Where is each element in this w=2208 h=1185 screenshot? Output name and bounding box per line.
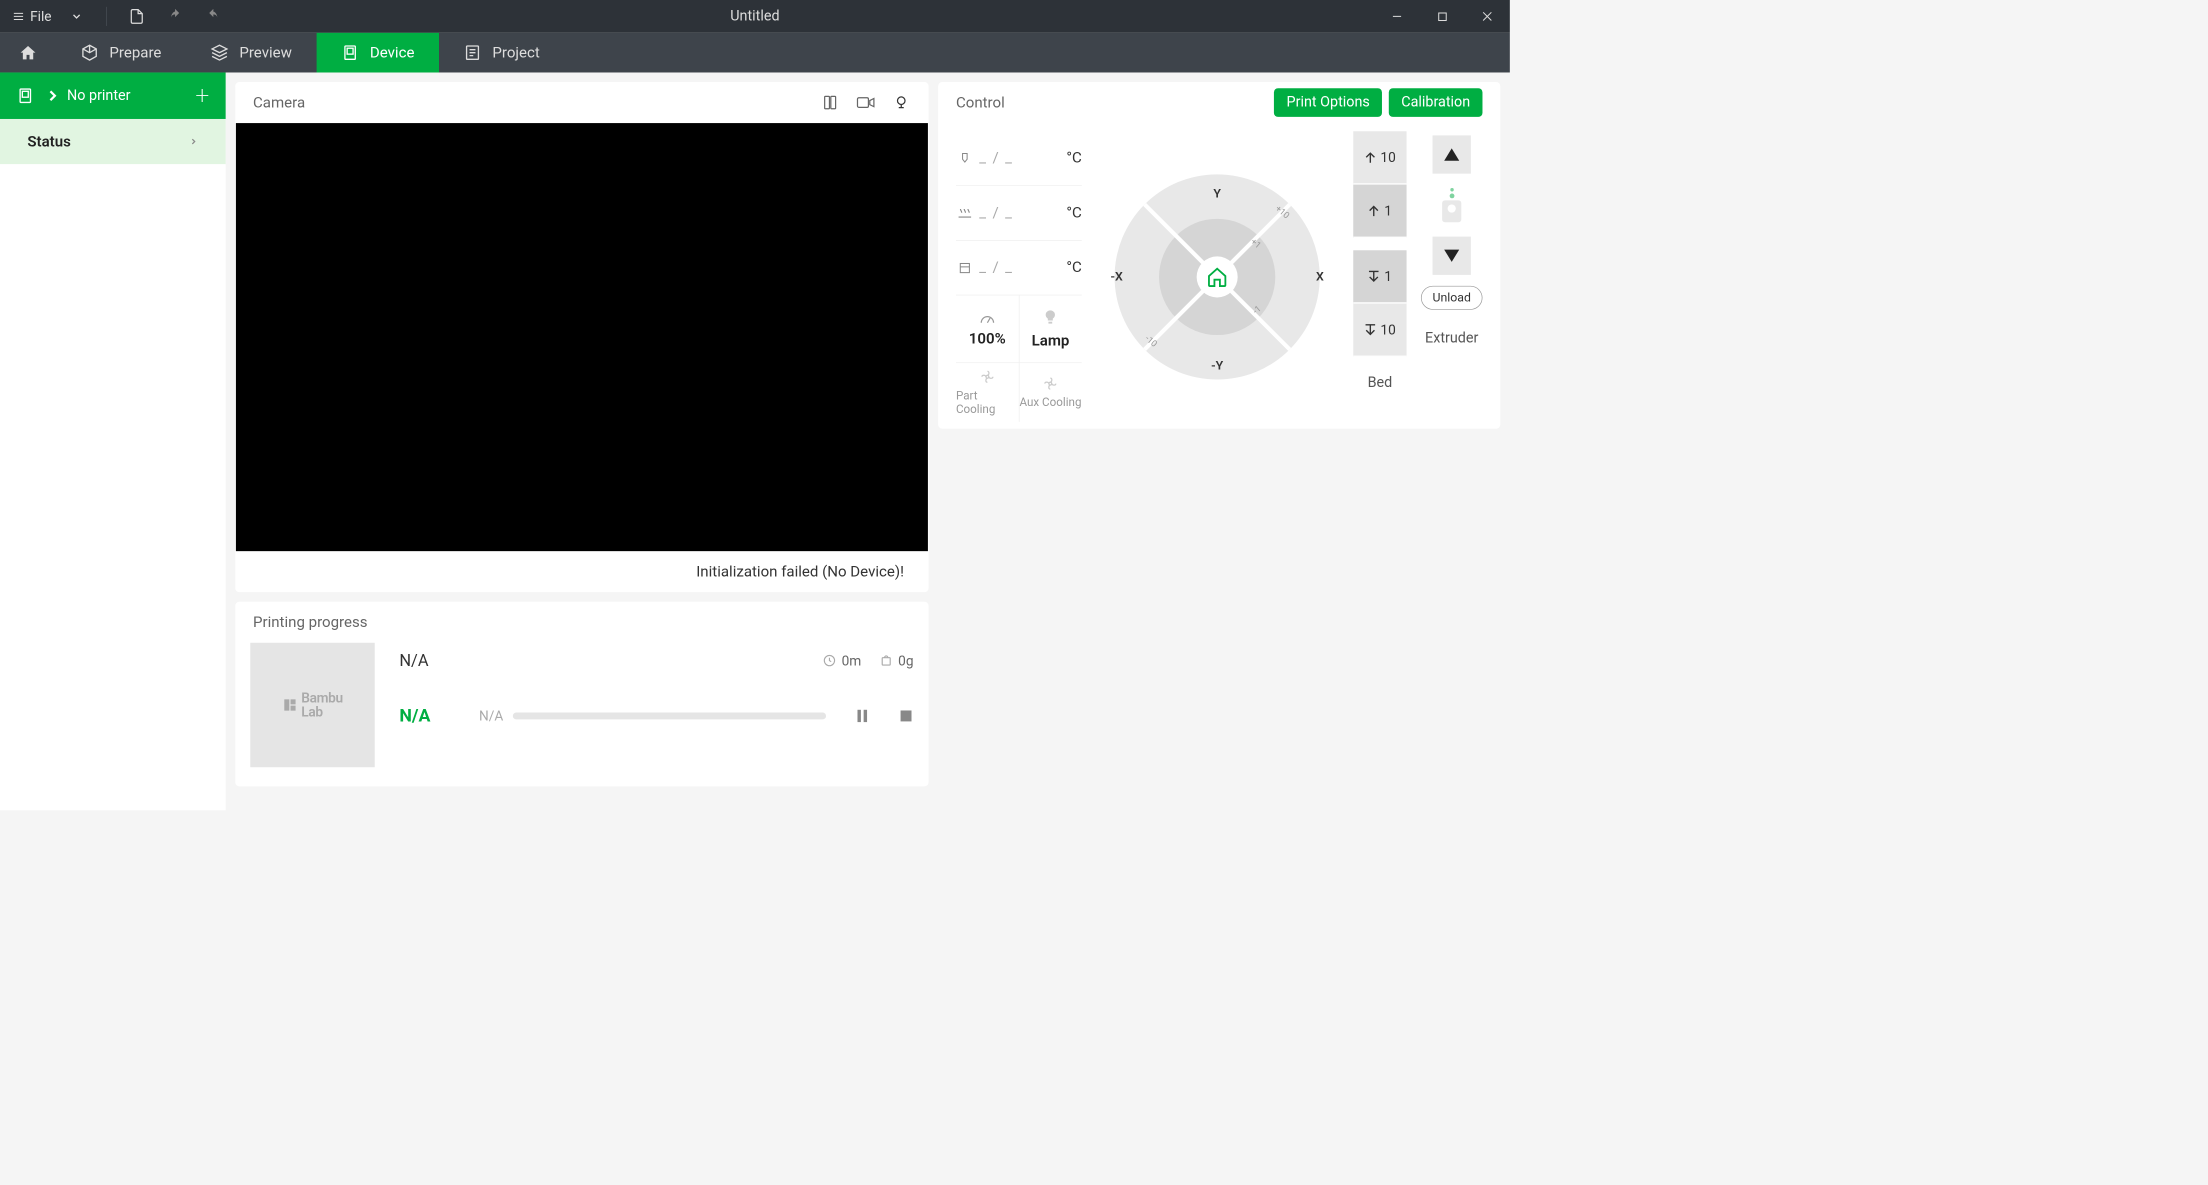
nozzle-icon (958, 150, 972, 166)
camera-view (236, 123, 928, 551)
new-file-button[interactable] (127, 7, 146, 26)
print-thumbnail: BambuLab (250, 643, 374, 767)
control-title: Control (956, 94, 1267, 111)
filament-weight: 0g (879, 652, 914, 668)
status-label: Status (27, 133, 188, 150)
tab-device[interactable]: Device (317, 33, 440, 73)
sdcard-button[interactable] (821, 93, 840, 112)
nozzle-temp-row[interactable]: _ / _ °C (956, 131, 1082, 186)
chamber-temp-row[interactable]: _ / _ °C (956, 241, 1082, 296)
sidebar-item-status[interactable]: Status (0, 119, 226, 164)
stop-button[interactable] (899, 708, 914, 723)
extruder-retract[interactable] (1433, 135, 1471, 173)
extruder-graphic (1441, 185, 1462, 226)
xy-jog-control[interactable]: Y -Y X -X +10 +1 -1 -10 (1095, 131, 1338, 422)
clock-icon (822, 654, 836, 668)
device-icon (341, 44, 359, 62)
titlebar: File Untitled (0, 0, 1510, 33)
unload-button[interactable]: Unload (1421, 286, 1483, 310)
camera-settings-button[interactable] (892, 93, 911, 112)
home-icon (19, 44, 37, 62)
add-printer-button[interactable]: + (195, 81, 209, 110)
bed-down-10[interactable]: 10 (1353, 304, 1406, 357)
chevron-right-icon (44, 87, 62, 105)
gauge-icon (979, 311, 995, 325)
printing-progress-panel: Printing progress BambuLab N/A (235, 602, 928, 787)
chevron-right-icon (189, 137, 199, 147)
layers-icon (211, 44, 229, 62)
bed-up-1[interactable]: 1 (1353, 185, 1406, 238)
home-icon (1206, 266, 1228, 288)
progress-title: Printing progress (235, 602, 928, 643)
progress-layers: N/A (465, 708, 503, 724)
extruder-column: Unload Extruder (1421, 131, 1483, 422)
triangle-down-icon (1443, 248, 1461, 263)
camera-title: Camera (253, 94, 821, 111)
undo-button[interactable] (166, 7, 185, 26)
pause-button[interactable] (855, 708, 870, 723)
bed-down-1[interactable]: 1 (1353, 250, 1406, 303)
tab-home[interactable] (0, 33, 56, 73)
progress-bar (513, 713, 826, 720)
tab-device-label: Device (370, 44, 415, 61)
fan-icon (979, 369, 995, 385)
lamp-button[interactable]: Lamp (1019, 295, 1082, 362)
chevron-down-icon (71, 10, 83, 22)
camera-status-message: Initialization failed (No Device)! (235, 551, 928, 592)
bed-up-10[interactable]: 10 (1353, 131, 1406, 184)
file-menu-label: File (30, 8, 51, 24)
aux-cooling-button[interactable]: Aux Cooling (1019, 363, 1082, 422)
part-cooling-button[interactable]: Part Cooling (956, 363, 1019, 422)
redo-button[interactable] (204, 7, 223, 26)
print-options-button[interactable]: Print Options (1274, 88, 1382, 117)
tab-preview[interactable]: Preview (186, 33, 317, 73)
window-maximize[interactable] (1420, 0, 1465, 33)
project-icon (464, 44, 482, 62)
record-button[interactable] (856, 93, 875, 112)
home-xy-button[interactable] (1197, 256, 1238, 297)
tab-prepare[interactable]: Prepare (56, 33, 186, 73)
elapsed-time: 0m (822, 652, 861, 668)
tabbar: Prepare Preview Device Project (0, 33, 1510, 73)
heatbed-icon (957, 206, 972, 220)
cube-icon (81, 44, 99, 62)
printer-selector[interactable]: No printer + (0, 72, 226, 118)
extruder-extrude[interactable] (1433, 237, 1471, 275)
sidebar: No printer + Status (0, 72, 226, 810)
weight-icon (879, 654, 893, 668)
tab-project[interactable]: Project (439, 33, 564, 73)
file-menu[interactable]: File (0, 0, 95, 33)
tab-prepare-label: Prepare (109, 44, 161, 61)
bed-temp-row[interactable]: _ / _ °C (956, 186, 1082, 241)
fan-icon (1042, 375, 1058, 391)
triangle-up-icon (1443, 147, 1461, 162)
printer-icon (16, 87, 34, 105)
document-title: Untitled (730, 8, 779, 24)
tab-project-label: Project (492, 44, 539, 61)
control-panel: Control Print Options Calibration _ / _ … (938, 82, 1500, 429)
calibration-button[interactable]: Calibration (1389, 88, 1483, 117)
temperatures-column: _ / _ °C _ / _ °C _ / _ °C (956, 131, 1082, 422)
window-minimize[interactable] (1374, 0, 1419, 33)
bambu-logo-icon (282, 697, 297, 712)
job-name: N/A (399, 651, 822, 670)
speed-button[interactable]: 100% (956, 295, 1019, 362)
camera-panel: Camera Initialization failed (No Device)… (235, 82, 928, 592)
tab-preview-label: Preview (239, 44, 292, 61)
bulb-icon (1043, 309, 1058, 327)
printer-name: No printer (67, 88, 195, 104)
chamber-icon (958, 261, 972, 275)
bed-z-column: 10 1 1 10 Bed (1353, 131, 1408, 422)
hamburger-icon (12, 10, 24, 22)
window-close[interactable] (1465, 0, 1510, 33)
progress-percent: N/A (399, 706, 452, 727)
